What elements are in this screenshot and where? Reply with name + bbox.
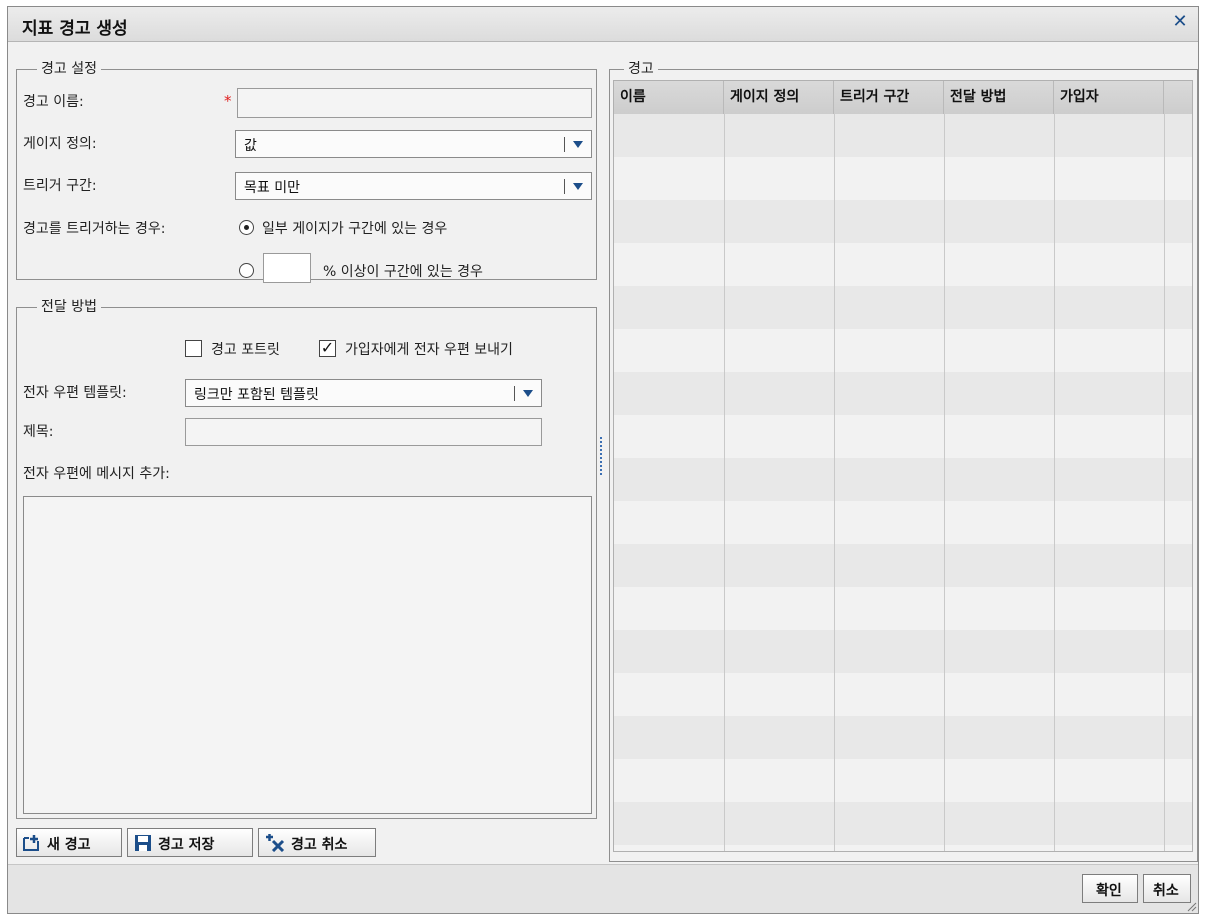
radio-some-gauges-label: 일부 게이지가 구간에 있는 경우 [262,221,448,237]
dialog-titlebar: 지표 경고 생성 ✕ [8,7,1198,42]
table-row [614,845,1192,851]
email-message-label: 전자 우편에 메시지 추가: [23,466,170,482]
trigger-range-select[interactable]: 목표 미만 [235,172,592,200]
alerts-table-header: 이름 게이지 정의 트리거 구간 전달 방법 가입자 [614,81,1192,115]
radio-percent-gauges-label: % 이상이 구간에 있는 경우 [323,264,483,280]
table-row [614,157,1192,200]
delivery-method-legend: 전달 방법 [37,298,101,316]
table-row [614,286,1192,329]
email-subscribers-checkbox[interactable]: ✓ [319,340,336,357]
percent-input[interactable] [263,253,311,283]
chevron-down-icon [573,141,583,148]
table-row [614,114,1192,157]
dialog-title: 지표 경고 생성 [22,19,128,39]
trigger-range-label: 트리거 구간: [23,178,97,194]
radio-percent-gauges[interactable] [239,263,254,278]
alert-settings-legend: 경고 설정 [37,60,101,78]
table-row [614,329,1192,372]
table-row [614,802,1192,845]
email-template-select[interactable]: 링크만 포함된 템플릿 [185,379,542,407]
table-row [614,458,1192,501]
cancel-button-label: 취소 [1153,883,1179,899]
chevron-down-icon [523,390,533,397]
save-alert-label: 경고 저장 [158,837,215,853]
new-alert-label: 새 경고 [47,837,91,853]
table-row [614,372,1192,415]
alert-settings-group: 경고 설정 경고 이름: * 게이지 정의: 값 트리거 구간: 목표 미만 경… [16,60,597,283]
email-template-label: 전자 우편 템플릿: [23,385,127,401]
delivery-method-group: 전달 방법 경고 포트릿 ✓ 가입자에게 전자 우편 보내기 전자 우편 템플릿… [16,298,597,819]
cancel-button[interactable]: 취소 [1143,874,1191,903]
close-icon[interactable]: ✕ [1170,12,1190,32]
table-row [614,544,1192,587]
email-template-value: 링크만 포함된 템플릿 [194,387,319,403]
save-icon [135,835,151,851]
column-header-trigger[interactable]: 트리거 구간 [834,81,944,114]
cancel-alert-label: 경고 취소 [291,837,348,853]
alerts-table[interactable]: 이름 게이지 정의 트리거 구간 전달 방법 가입자 [613,80,1193,852]
table-row [614,630,1192,673]
gauge-definition-select[interactable]: 값 [235,130,592,158]
new-alert-button[interactable]: 새 경고 [16,828,122,857]
table-row [614,759,1192,802]
subject-label: 제목: [23,424,54,440]
trigger-condition-label: 경고를 트리거하는 경우: [23,221,166,237]
cancel-alert-button[interactable]: 경고 취소 [258,828,376,857]
ok-button-label: 확인 [1096,883,1122,899]
resize-grip-icon[interactable] [1185,900,1197,912]
radio-some-gauges[interactable] [239,220,254,235]
gauge-definition-label: 게이지 정의: [23,136,97,152]
gauge-definition-value: 값 [244,138,257,154]
column-header-name[interactable]: 이름 [614,81,724,114]
column-header-gauge[interactable]: 게이지 정의 [724,81,834,114]
alert-name-label: 경고 이름: [23,94,84,110]
alert-portlet-checkbox[interactable] [185,340,202,357]
table-row [614,673,1192,716]
new-alert-icon [23,835,39,851]
column-header-subscribers[interactable]: 가입자 [1054,81,1164,114]
alerts-legend: 경고 [624,60,658,78]
required-marker: * [224,92,232,110]
subject-input[interactable] [185,418,542,446]
trigger-range-value: 목표 미만 [244,180,300,196]
table-row [614,243,1192,286]
pane-splitter-handle[interactable] [600,437,602,477]
table-row [614,200,1192,243]
email-subscribers-label: 가입자에게 전자 우편 보내기 [345,342,513,358]
table-row [614,587,1192,630]
column-header-delivery[interactable]: 전달 방법 [944,81,1054,114]
table-row [614,716,1192,759]
create-metric-alert-dialog: 지표 경고 생성 ✕ 경고 설정 경고 이름: * 게이지 정의: 값 트리거 … [7,6,1199,914]
save-alert-button[interactable]: 경고 저장 [127,828,253,857]
table-row [614,501,1192,544]
email-message-textarea[interactable] [23,496,592,814]
cancel-alert-icon [266,834,285,852]
dialog-footer: 확인 취소 [8,864,1198,913]
alert-portlet-label: 경고 포트릿 [211,342,280,358]
alert-name-input[interactable] [237,88,592,118]
ok-button[interactable]: 확인 [1082,874,1138,903]
chevron-down-icon [573,183,583,190]
table-row [614,415,1192,458]
